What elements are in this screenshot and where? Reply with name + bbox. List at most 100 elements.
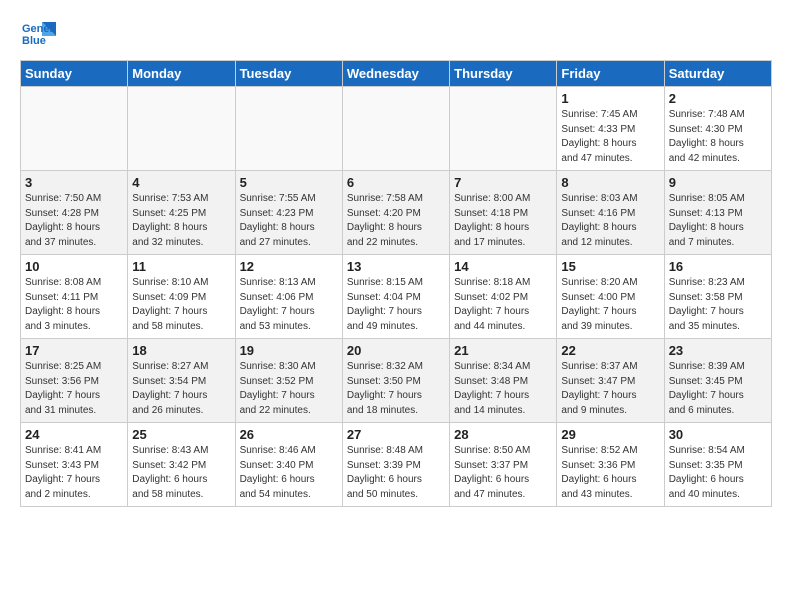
day-info: Sunrise: 8:52 AM Sunset: 3:36 PM Dayligh… <box>561 444 659 502</box>
day-number: 15 <box>561 259 659 274</box>
calendar-cell: 16 Sunrise: 8:23 AM Sunset: 3:58 PM Dayli… <box>664 255 771 339</box>
calendar-cell: 9Sunrise: 8:05 AM Sunset: 4:13 PM Daylig… <box>664 171 771 255</box>
day-info: Sunrise: 8:41 AM Sunset: 3:43 PM Dayligh… <box>25 444 123 502</box>
calendar-cell: 25 Sunrise: 8:43 AM Sunset: 3:42 PM Dayli… <box>128 423 235 507</box>
weekday-header-row: SundayMondayTuesdayWednesdayThursdayFrid… <box>21 61 772 87</box>
calendar-cell <box>235 87 342 171</box>
day-info: Sunrise: 8:15 AM Sunset: 4:04 PM Dayligh… <box>347 276 445 334</box>
day-number: 19 <box>240 343 338 358</box>
calendar-cell: 18 Sunrise: 8:27 AM Sunset: 3:54 PM Dayli… <box>128 339 235 423</box>
day-number: 5 <box>240 175 338 190</box>
day-info: Sunrise: 8:03 AM Sunset: 4:16 PM Dayligh… <box>561 192 659 250</box>
header: General Blue <box>20 16 772 52</box>
calendar-cell <box>450 87 557 171</box>
weekday-header-friday: Friday <box>557 61 664 87</box>
page-container: General Blue SundayMondayTuesdayWednesda… <box>0 0 792 523</box>
calendar-cell: 1Sunrise: 7:45 AM Sunset: 4:33 PM Daylig… <box>557 87 664 171</box>
day-number: 12 <box>240 259 338 274</box>
calendar-week-5: 24 Sunrise: 8:41 AM Sunset: 3:43 PM Dayli… <box>21 423 772 507</box>
day-info: Sunrise: 7:50 AM Sunset: 4:28 PM Dayligh… <box>25 192 123 250</box>
calendar-cell: 22 Sunrise: 8:37 AM Sunset: 3:47 PM Dayli… <box>557 339 664 423</box>
calendar-cell: 20 Sunrise: 8:32 AM Sunset: 3:50 PM Dayli… <box>342 339 449 423</box>
day-number: 23 <box>669 343 767 358</box>
calendar-week-4: 17Sunrise: 8:25 AM Sunset: 3:56 PM Dayli… <box>21 339 772 423</box>
day-number: 28 <box>454 427 552 442</box>
day-number: 14 <box>454 259 552 274</box>
weekday-header-thursday: Thursday <box>450 61 557 87</box>
day-info: Sunrise: 7:53 AM Sunset: 4:25 PM Dayligh… <box>132 192 230 250</box>
calendar-cell: 27 Sunrise: 8:48 AM Sunset: 3:39 PM Dayli… <box>342 423 449 507</box>
day-info: Sunrise: 8:18 AM Sunset: 4:02 PM Dayligh… <box>454 276 552 334</box>
day-info: Sunrise: 8:00 AM Sunset: 4:18 PM Dayligh… <box>454 192 552 250</box>
calendar-cell: 12Sunrise: 8:13 AM Sunset: 4:06 PM Dayli… <box>235 255 342 339</box>
day-number: 24 <box>25 427 123 442</box>
calendar-cell: 14 Sunrise: 8:18 AM Sunset: 4:02 PM Dayli… <box>450 255 557 339</box>
calendar-table: SundayMondayTuesdayWednesdayThursdayFrid… <box>20 60 772 507</box>
calendar-cell: 30 Sunrise: 8:54 AM Sunset: 3:35 PM Dayli… <box>664 423 771 507</box>
day-number: 10 <box>25 259 123 274</box>
day-info: Sunrise: 8:10 AM Sunset: 4:09 PM Dayligh… <box>132 276 230 334</box>
calendar-cell: 7 Sunrise: 8:00 AM Sunset: 4:18 PM Daylig… <box>450 171 557 255</box>
day-info: Sunrise: 8:48 AM Sunset: 3:39 PM Dayligh… <box>347 444 445 502</box>
calendar-cell <box>342 87 449 171</box>
weekday-header-monday: Monday <box>128 61 235 87</box>
day-number: 20 <box>347 343 445 358</box>
calendar-week-2: 3 Sunrise: 7:50 AM Sunset: 4:28 PM Daylig… <box>21 171 772 255</box>
logo-icon: General Blue <box>20 16 56 52</box>
day-info: Sunrise: 8:32 AM Sunset: 3:50 PM Dayligh… <box>347 360 445 418</box>
day-number: 27 <box>347 427 445 442</box>
day-info: Sunrise: 8:23 AM Sunset: 3:58 PM Dayligh… <box>669 276 767 334</box>
day-number: 17 <box>25 343 123 358</box>
day-number: 9 <box>669 175 767 190</box>
calendar-cell: 5Sunrise: 7:55 AM Sunset: 4:23 PM Daylig… <box>235 171 342 255</box>
day-number: 26 <box>240 427 338 442</box>
calendar-cell: 13 Sunrise: 8:15 AM Sunset: 4:04 PM Dayli… <box>342 255 449 339</box>
logo: General Blue <box>20 16 56 52</box>
day-number: 1 <box>561 91 659 106</box>
calendar-cell: 3 Sunrise: 7:50 AM Sunset: 4:28 PM Daylig… <box>21 171 128 255</box>
day-number: 6 <box>347 175 445 190</box>
day-number: 22 <box>561 343 659 358</box>
weekday-header-tuesday: Tuesday <box>235 61 342 87</box>
day-info: Sunrise: 8:54 AM Sunset: 3:35 PM Dayligh… <box>669 444 767 502</box>
day-number: 8 <box>561 175 659 190</box>
calendar-cell: 26 Sunrise: 8:46 AM Sunset: 3:40 PM Dayli… <box>235 423 342 507</box>
svg-text:General: General <box>22 23 56 35</box>
day-info: Sunrise: 8:27 AM Sunset: 3:54 PM Dayligh… <box>132 360 230 418</box>
day-info: Sunrise: 8:39 AM Sunset: 3:45 PM Dayligh… <box>669 360 767 418</box>
day-number: 11 <box>132 259 230 274</box>
day-number: 30 <box>669 427 767 442</box>
calendar-cell <box>21 87 128 171</box>
day-info: Sunrise: 8:08 AM Sunset: 4:11 PM Dayligh… <box>25 276 123 334</box>
day-number: 18 <box>132 343 230 358</box>
calendar-cell: 6Sunrise: 7:58 AM Sunset: 4:20 PM Daylig… <box>342 171 449 255</box>
day-info: Sunrise: 8:43 AM Sunset: 3:42 PM Dayligh… <box>132 444 230 502</box>
day-number: 29 <box>561 427 659 442</box>
calendar-cell: 11 Sunrise: 8:10 AM Sunset: 4:09 PM Dayli… <box>128 255 235 339</box>
day-number: 16 <box>669 259 767 274</box>
day-info: Sunrise: 7:48 AM Sunset: 4:30 PM Dayligh… <box>669 108 767 166</box>
calendar-cell: 17Sunrise: 8:25 AM Sunset: 3:56 PM Dayli… <box>21 339 128 423</box>
calendar-cell: 10 Sunrise: 8:08 AM Sunset: 4:11 PM Dayli… <box>21 255 128 339</box>
day-info: Sunrise: 8:20 AM Sunset: 4:00 PM Dayligh… <box>561 276 659 334</box>
day-number: 21 <box>454 343 552 358</box>
svg-text:Blue: Blue <box>22 35 46 47</box>
day-number: 3 <box>25 175 123 190</box>
calendar-cell: 24 Sunrise: 8:41 AM Sunset: 3:43 PM Dayli… <box>21 423 128 507</box>
calendar-cell: 19 Sunrise: 8:30 AM Sunset: 3:52 PM Dayli… <box>235 339 342 423</box>
day-info: Sunrise: 8:30 AM Sunset: 3:52 PM Dayligh… <box>240 360 338 418</box>
day-number: 2 <box>669 91 767 106</box>
calendar-cell: 28 Sunrise: 8:50 AM Sunset: 3:37 PM Dayli… <box>450 423 557 507</box>
day-info: Sunrise: 8:34 AM Sunset: 3:48 PM Dayligh… <box>454 360 552 418</box>
calendar-cell: 8 Sunrise: 8:03 AM Sunset: 4:16 PM Daylig… <box>557 171 664 255</box>
calendar-cell: 15 Sunrise: 8:20 AM Sunset: 4:00 PM Dayli… <box>557 255 664 339</box>
day-info: Sunrise: 8:37 AM Sunset: 3:47 PM Dayligh… <box>561 360 659 418</box>
day-info: Sunrise: 8:50 AM Sunset: 3:37 PM Dayligh… <box>454 444 552 502</box>
day-number: 13 <box>347 259 445 274</box>
day-number: 7 <box>454 175 552 190</box>
day-number: 25 <box>132 427 230 442</box>
calendar-cell: 23 Sunrise: 8:39 AM Sunset: 3:45 PM Dayli… <box>664 339 771 423</box>
calendar-week-1: 1Sunrise: 7:45 AM Sunset: 4:33 PM Daylig… <box>21 87 772 171</box>
day-info: Sunrise: 8:46 AM Sunset: 3:40 PM Dayligh… <box>240 444 338 502</box>
calendar-cell <box>128 87 235 171</box>
